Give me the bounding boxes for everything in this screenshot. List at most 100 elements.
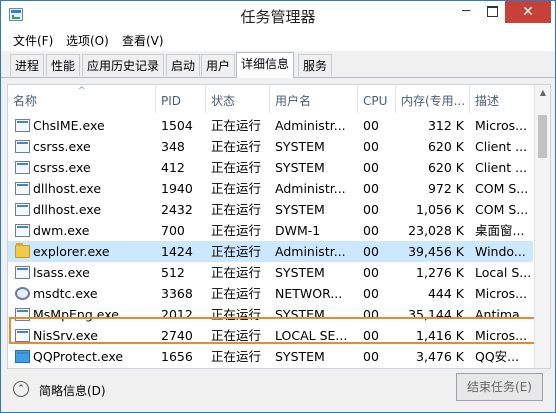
process-status: 正在运行: [211, 286, 262, 301]
window-icon: [15, 224, 30, 237]
tab-processes[interactable]: 进程: [10, 54, 45, 76]
task-manager-window: 任务管理器 ─ ✕ 文件(F) 选项(O) 查看(V) 进程 性能 应用历史记录…: [0, 0, 556, 413]
table-row[interactable]: QQProtect.exe 1656 正在运行 SYSTEM 00 3,476 K QQ安.…: [8, 346, 533, 367]
process-memory: 35,144 K: [408, 307, 464, 322]
tab-app-history[interactable]: 应用历史记录: [82, 54, 165, 76]
process-description: Windo...: [475, 244, 526, 259]
process-memory: 3,476 K: [416, 349, 464, 364]
process-cpu: 00: [363, 181, 379, 196]
table-row[interactable]: ChsIME.exe 1504 正在运行 Administr... 00 312 K Mic…: [8, 115, 533, 136]
process-pid: 1424: [161, 244, 193, 259]
process-pid: 412: [161, 160, 185, 175]
column-header-memory[interactable]: 内存(专用...: [396, 85, 470, 113]
table-row[interactable]: NisSrv.exe 2740 正在运行 LOCAL SE... 00 1,416 K Mi…: [8, 325, 533, 346]
process-name: dwm.exe: [33, 223, 90, 238]
vertical-scrollbar[interactable]: ▲: [534, 85, 550, 368]
column-header-cpu[interactable]: CPU: [358, 85, 396, 113]
process-status: 正在运行: [211, 349, 262, 364]
process-memory: 1,276 K: [416, 265, 464, 280]
tab-services[interactable]: 服务: [298, 54, 333, 76]
menu-file[interactable]: 文件(F): [13, 32, 53, 49]
table-row[interactable]: csrss.exe 412 正在运行 SYSTEM 00 620 K Client ...: [8, 157, 533, 178]
tab-details[interactable]: 详细信息: [236, 52, 295, 78]
process-name: dllhost.exe: [33, 202, 102, 217]
window-icon: [15, 308, 30, 321]
process-user: Administr...: [275, 118, 346, 133]
footer: ⌃ 简略信息(D) 结束任务(E): [1, 371, 555, 412]
window-icon: [15, 161, 30, 174]
column-header-status[interactable]: 状态: [206, 85, 270, 113]
table-row[interactable]: msdtc.exe 3368 正在运行 NETWOR... 00 444 K Micros.…: [8, 283, 533, 304]
table-row[interactable]: lsass.exe 512 正在运行 SYSTEM 00 1,276 K Local S..…: [8, 262, 533, 283]
process-pid: 700: [161, 223, 185, 238]
process-pid: 1940: [161, 181, 193, 196]
sort-ascending-icon: ^: [78, 86, 86, 96]
process-description: COM S...: [475, 202, 529, 217]
window-icon: [15, 182, 30, 195]
tab-users[interactable]: 用户: [201, 54, 236, 76]
process-memory: 620 K: [427, 160, 464, 175]
process-status: 正在运行: [211, 139, 262, 154]
process-memory: 1,416 K: [416, 328, 464, 343]
menu-view[interactable]: 查看(V): [122, 32, 164, 49]
minimize-button[interactable]: ─: [453, 1, 479, 23]
menu-options[interactable]: 选项(O): [66, 32, 109, 49]
process-description: 桌面窗...: [475, 223, 525, 238]
process-pid: 348: [161, 139, 185, 154]
process-rows: ChsIME.exe 1504 正在运行 Administr... 00 312 K Mic…: [8, 115, 533, 367]
fewer-details-link[interactable]: 简略信息(D): [39, 382, 106, 399]
process-name: NisSrv.exe: [33, 328, 98, 343]
process-memory: 972 K: [427, 181, 464, 196]
process-cpu: 00: [363, 244, 379, 259]
window-icon: [15, 329, 30, 342]
process-name: lsass.exe: [33, 265, 90, 280]
window-icon: [15, 140, 30, 153]
maximize-icon: [486, 6, 498, 17]
column-header-description[interactable]: 描述: [470, 85, 534, 113]
process-status: 正在运行: [211, 328, 262, 343]
column-header-name[interactable]: ^ 名称: [8, 85, 156, 113]
process-pid: 1656: [161, 349, 193, 364]
process-status: 正在运行: [211, 160, 262, 175]
table-row[interactable]: dllhost.exe 2432 正在运行 SYSTEM 00 1,056 K COM S.…: [8, 199, 533, 220]
process-name: ChsIME.exe: [33, 118, 105, 133]
end-task-button[interactable]: 结束任务(E): [456, 373, 543, 401]
scroll-thumb[interactable]: [538, 115, 547, 158]
table-row[interactable]: dwm.exe 700 正在运行 DWM-1 00 23,028 K 桌面窗...: [8, 220, 533, 241]
process-pid: 2012: [161, 307, 193, 322]
process-cpu: 00: [363, 118, 379, 133]
qq-icon: [15, 350, 30, 363]
process-memory: 312 K: [427, 118, 464, 133]
column-header-name-label: 名称: [13, 94, 38, 108]
scroll-up-icon[interactable]: ▲: [535, 85, 550, 101]
column-header-pid[interactable]: PID: [156, 85, 206, 113]
collapse-up-icon[interactable]: ⌃: [13, 381, 29, 397]
table-row[interactable]: MsMpEng.exe 2012 正在运行 SYSTEM 00 35,144 K Antim…: [8, 304, 533, 325]
window-icon: [15, 119, 30, 132]
process-status: 正在运行: [211, 181, 262, 196]
table-row[interactable]: explorer.exe 1424 正在运行 Administr... 00 39,456…: [8, 241, 533, 262]
process-status: 正在运行: [211, 202, 262, 217]
process-user: SYSTEM: [275, 160, 325, 175]
menu-bar: 文件(F) 选项(O) 查看(V): [1, 29, 555, 51]
process-name: csrss.exe: [33, 139, 91, 154]
process-pid: 2740: [161, 328, 193, 343]
table-row[interactable]: dllhost.exe 1940 正在运行 Administr... 00 972 K CO…: [8, 178, 533, 199]
process-description: Local S...: [475, 265, 532, 280]
process-status: 正在运行: [211, 265, 262, 280]
process-description: QQ安...: [475, 349, 520, 364]
process-cpu: 00: [363, 307, 379, 322]
tab-startup[interactable]: 启动: [166, 54, 201, 76]
process-user: DWM-1: [275, 223, 321, 238]
process-user: Administr...: [275, 244, 346, 259]
column-header-user[interactable]: 用户名: [270, 85, 358, 113]
folder-icon: [15, 243, 30, 258]
process-status: 正在运行: [211, 223, 262, 238]
tab-performance[interactable]: 性能: [46, 54, 81, 76]
table-row[interactable]: csrss.exe 348 正在运行 SYSTEM 00 620 K Client ...: [8, 136, 533, 157]
maximize-button[interactable]: [479, 1, 505, 23]
process-name: explorer.exe: [33, 244, 110, 259]
process-description: Micros...: [475, 328, 528, 343]
close-button[interactable]: ✕: [505, 1, 551, 23]
process-user: SYSTEM: [275, 349, 325, 364]
